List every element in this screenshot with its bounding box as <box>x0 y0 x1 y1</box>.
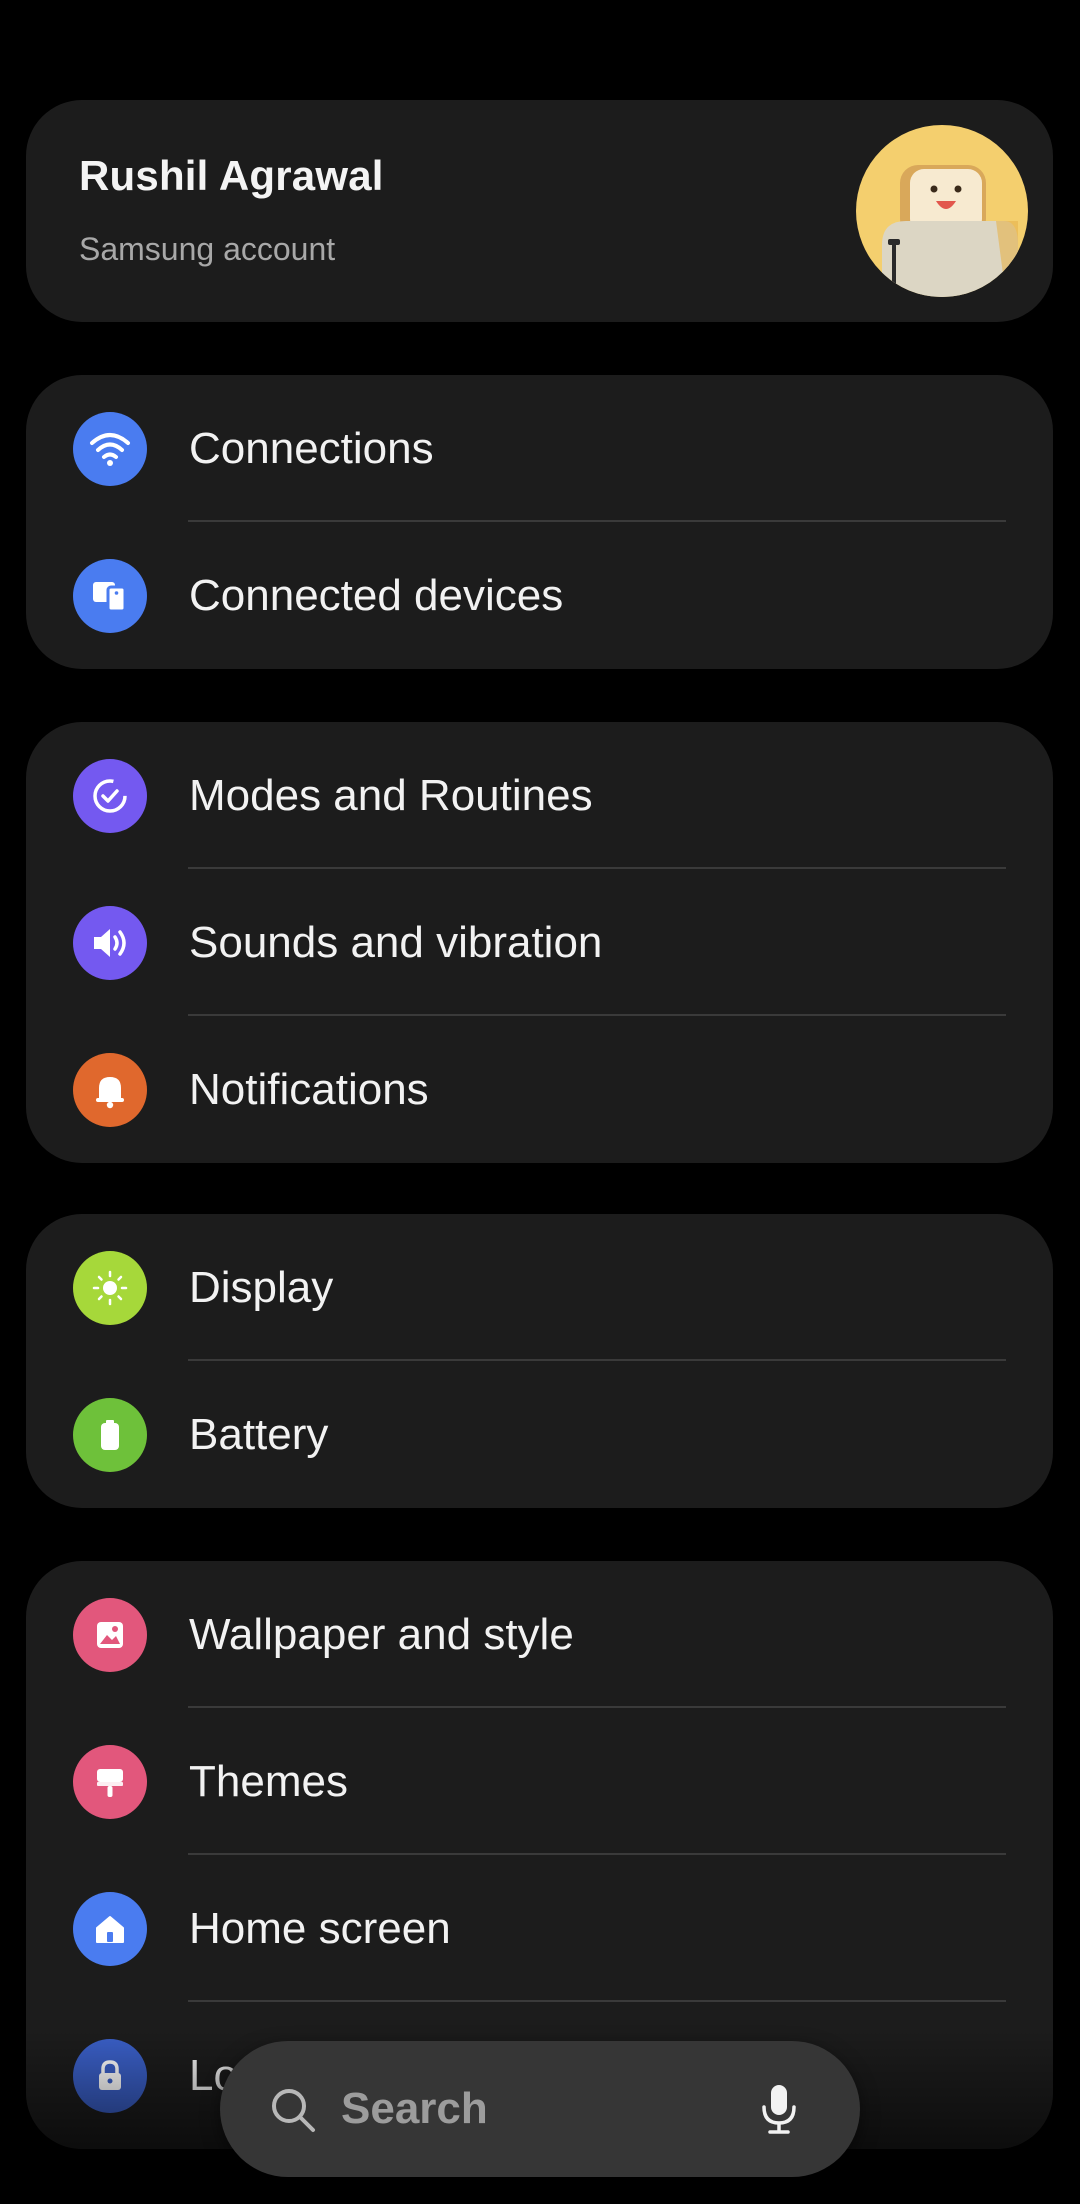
menu-item-label: Notifications <box>189 1065 429 1114</box>
menu-item-sounds-and-vibration[interactable]: Sounds and vibration <box>26 869 1053 1016</box>
microphone-icon[interactable] <box>758 2083 800 2140</box>
wifi-icon <box>73 412 147 486</box>
image-icon <box>73 1598 147 1672</box>
battery-icon <box>73 1398 147 1472</box>
menu-item-label: Connections <box>189 424 434 473</box>
menu-item-label: Modes and Routines <box>189 771 593 820</box>
devices-icon <box>73 559 147 633</box>
menu-item-label: Sounds and vibration <box>189 918 603 967</box>
menu-item-home-screen[interactable]: Home screen <box>26 1855 1053 2002</box>
account-subtitle: Samsung account <box>79 231 336 267</box>
menu-item-themes[interactable]: Themes <box>26 1708 1053 1855</box>
routine-check-icon <box>73 759 147 833</box>
bell-icon <box>73 1053 147 1127</box>
menu-item-modes-and-routines[interactable]: Modes and Routines <box>26 722 1053 869</box>
menu-item-label: Themes <box>189 1757 348 1806</box>
menu-item-connections[interactable]: Connections <box>26 375 1053 522</box>
menu-item-battery[interactable]: Battery <box>26 1361 1053 1508</box>
search-input[interactable]: Search <box>341 2041 488 2177</box>
speaker-icon <box>73 906 147 980</box>
menu-item-wallpaper-and-style[interactable]: Wallpaper and style <box>26 1561 1053 1708</box>
search-icon <box>268 2085 318 2140</box>
menu-item-connected-devices[interactable]: Connected devices <box>26 522 1053 669</box>
menu-item-label: Connected devices <box>189 571 564 620</box>
sun-icon <box>73 1251 147 1325</box>
paintbrush-icon <box>73 1745 147 1819</box>
search-bar[interactable]: Search <box>220 2041 860 2177</box>
home-icon <box>73 1892 147 1966</box>
settings-group-connectivity: Connections Connected devices <box>26 375 1053 669</box>
menu-item-label: Wallpaper and style <box>189 1610 574 1659</box>
menu-item-label: Display <box>189 1263 334 1312</box>
account-name: Rushil Agrawal <box>79 152 384 199</box>
menu-item-display[interactable]: Display <box>26 1214 1053 1361</box>
menu-item-notifications[interactable]: Notifications <box>26 1016 1053 1163</box>
avatar[interactable] <box>856 125 1028 297</box>
samsung-account-card[interactable]: Rushil Agrawal Samsung account <box>26 100 1053 322</box>
menu-item-label: Battery <box>189 1410 329 1459</box>
menu-item-label: Home screen <box>189 1904 451 1953</box>
settings-group-modes-sounds: Modes and Routines Sounds and vibration … <box>26 722 1053 1163</box>
lock-icon <box>73 2039 147 2113</box>
settings-group-display-battery: Display Battery <box>26 1214 1053 1508</box>
